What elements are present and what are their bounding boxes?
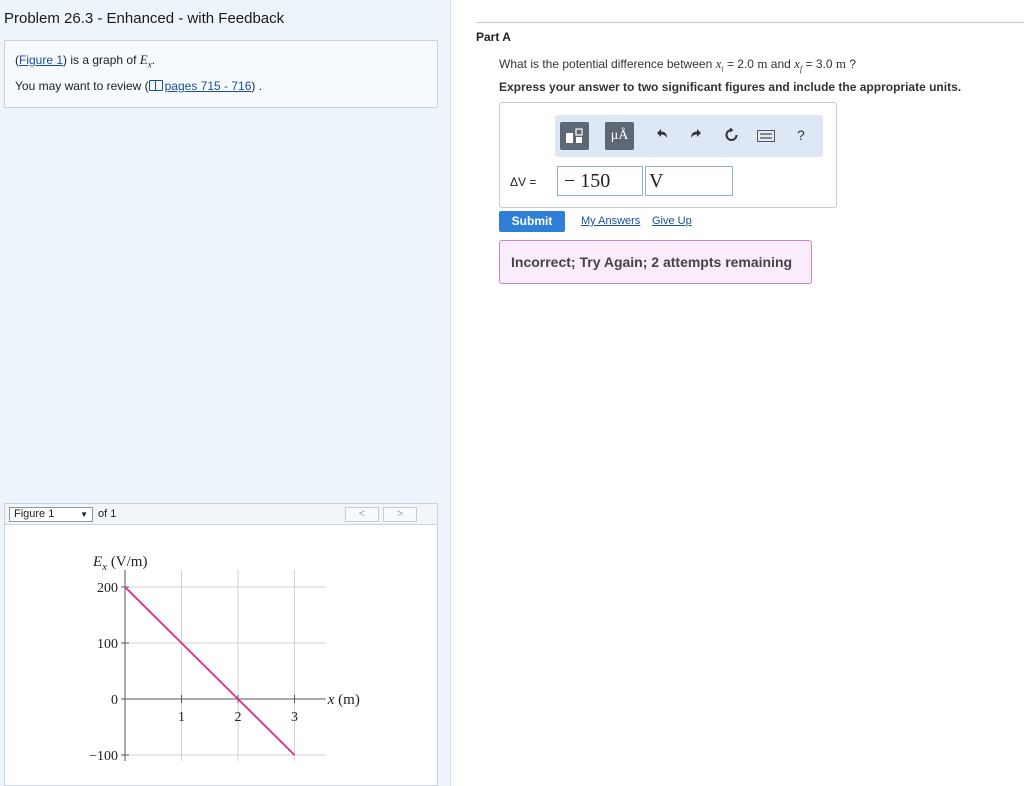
caret-down-icon: ▼ <box>80 510 88 519</box>
unit-input[interactable]: V <box>645 166 733 196</box>
x-tick-label: 3 <box>291 710 298 725</box>
intro-figure-line: (Figure 1) is a graph of Ex. <box>15 53 427 79</box>
units-button[interactable]: μÅ <box>605 122 634 150</box>
y-tick-label: −100 <box>89 749 118 764</box>
pages-link[interactable]: pages 715 - 716 <box>165 79 252 93</box>
book-icon <box>148 80 163 91</box>
figure-select-value: Figure 1 <box>14 508 55 520</box>
xi-unit: m <box>757 56 768 71</box>
field-symbol: E <box>139 52 148 67</box>
my-answers-link[interactable]: My Answers <box>581 215 640 227</box>
intro-box: (Figure 1) is a graph of Ex. You may wan… <box>4 40 438 108</box>
delta-v-label: ΔV = <box>510 175 537 189</box>
value-input[interactable]: − 150 <box>557 166 643 196</box>
intro-review-line: You may want to review ( pages 715 - 716)… <box>15 79 427 105</box>
figure-select[interactable]: Figure 1 ▼ <box>9 507 93 522</box>
math-toolbar: μÅ ? <box>555 115 823 157</box>
submit-button[interactable]: Submit <box>499 211 565 232</box>
review-prefix: You may want to review ( <box>15 79 149 93</box>
keyboard-icon[interactable] <box>757 129 775 146</box>
y-tick-label: 200 <box>97 581 118 596</box>
figure-area: 200 100 0 −100 1 2 3 Ex (V/m) x (m) <box>4 525 438 786</box>
review-suffix: ) . <box>251 79 263 93</box>
graph-of-text: ) is a graph of <box>63 53 140 67</box>
part-divider <box>476 22 1024 23</box>
reset-icon[interactable] <box>724 127 739 146</box>
part-title: Part A <box>476 30 511 44</box>
instructions: Express your answer to two significant f… <box>499 80 962 94</box>
help-button[interactable]: ? <box>797 127 805 143</box>
figure-of-count: of 1 <box>98 508 117 520</box>
figure-link[interactable]: Figure 1 <box>19 53 63 67</box>
undo-icon[interactable] <box>655 127 669 145</box>
prev-figure-button[interactable]: < <box>345 507 379 522</box>
give-up-link[interactable]: Give Up <box>652 215 692 227</box>
x-tick-label: 1 <box>178 710 185 725</box>
y-tick-label: 0 <box>111 693 118 708</box>
question-mid: and <box>767 57 795 71</box>
problem-title: Problem 26.3 - Enhanced - with Feedback <box>4 10 285 27</box>
y-tick-label: 100 <box>97 637 118 652</box>
feedback-message: Incorrect; Try Again; 2 attempts remaini… <box>499 240 812 284</box>
question-prefix: What is the potential difference between <box>499 57 716 71</box>
x-tick-label: 2 <box>235 710 242 725</box>
next-figure-button[interactable]: > <box>383 507 417 522</box>
templates-button[interactable] <box>560 122 589 150</box>
ex-vs-x-chart: 200 100 0 −100 1 2 3 Ex (V/m) x (m) <box>89 554 360 764</box>
series-line <box>124 586 296 756</box>
xf-unit: m <box>835 56 846 71</box>
xi-value: = 2.0 <box>723 57 758 71</box>
figure-nav-bar: Figure 1 ▼ of 1 < > <box>4 503 438 525</box>
templates-icon <box>566 128 583 143</box>
question-suffix: ? <box>845 57 856 71</box>
redo-icon[interactable] <box>689 127 703 145</box>
x-axis-label: x (m) <box>327 692 360 708</box>
y-axis-label: Ex (V/m) <box>92 554 147 573</box>
left-panel: Problem 26.3 - Enhanced - with Feedback … <box>0 0 451 786</box>
answer-box: μÅ ? ΔV = − 150 V <box>499 102 837 208</box>
question-text: What is the potential difference between… <box>499 56 856 73</box>
period: . <box>151 53 156 67</box>
xf-value: = 3.0 <box>802 57 836 71</box>
